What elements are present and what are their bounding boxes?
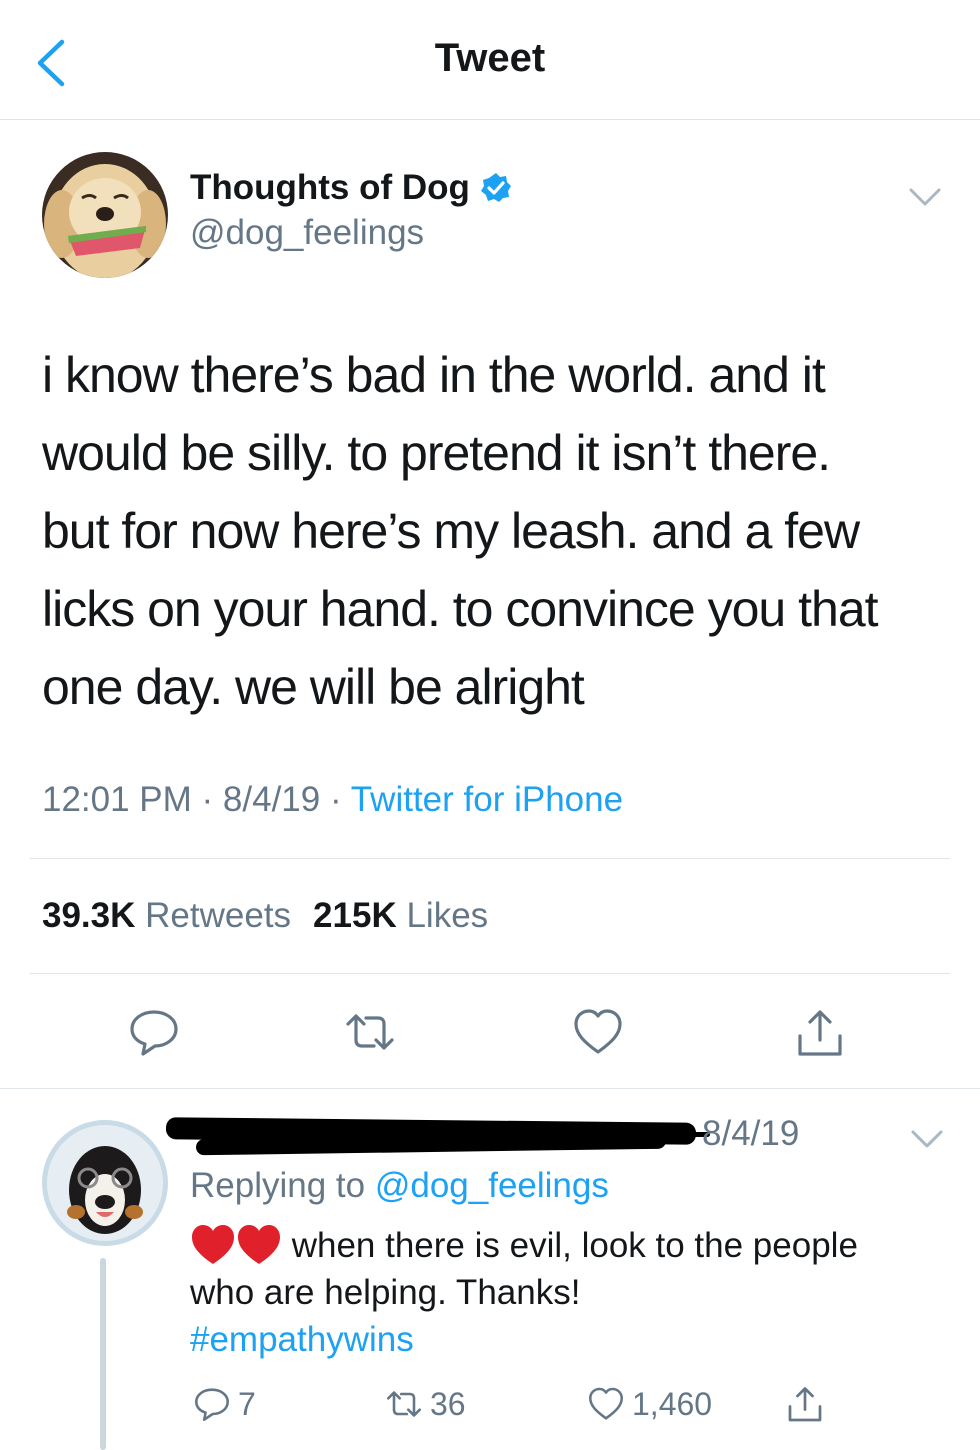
reply-text: when there is evil, look to the people w… bbox=[190, 1222, 950, 1363]
reply-retweet-button[interactable]: 36 bbox=[384, 1384, 466, 1424]
tweet-text-line: licks on your hand. to convince you that bbox=[42, 581, 879, 637]
like-count: 1,460 bbox=[632, 1385, 713, 1422]
retweets-stat[interactable]: 39.3K Retweets bbox=[42, 896, 291, 935]
author-avatar[interactable] bbox=[42, 152, 168, 278]
header-divider bbox=[0, 119, 980, 120]
tweet-text-line: would be silly. to pretend it isn’t ther… bbox=[42, 425, 831, 481]
reply-text-line: when there is evil, look to the people bbox=[190, 1222, 950, 1269]
hashtag-link[interactable]: #empathywins bbox=[190, 1316, 950, 1363]
meta-separator: · bbox=[191, 780, 223, 819]
caret-down-icon[interactable] bbox=[910, 1128, 944, 1150]
retweet-icon[interactable] bbox=[342, 1004, 398, 1060]
tweet-text: i know there’s bad in the world. and it … bbox=[42, 336, 942, 726]
caret-down-icon[interactable] bbox=[908, 186, 942, 208]
tweet-time: 12:01 PM bbox=[42, 780, 192, 819]
reply-icon bbox=[195, 1388, 229, 1421]
tweet-date: 8/4/19 bbox=[222, 780, 321, 819]
likes-label: Likes bbox=[406, 896, 489, 935]
reply-date: 8/4/19 bbox=[702, 1114, 800, 1153]
redaction-mark bbox=[640, 1132, 710, 1137]
share-icon[interactable] bbox=[792, 1006, 848, 1062]
reply-icon[interactable] bbox=[126, 1004, 182, 1060]
like-icon bbox=[589, 1387, 623, 1420]
tweet-source-link[interactable]: Twitter for iPhone bbox=[351, 780, 623, 819]
replying-to: Replying to @dog_feelings bbox=[190, 1166, 609, 1206]
replying-prefix: Replying to bbox=[190, 1166, 375, 1205]
likes-stat[interactable]: 215K Likes bbox=[313, 896, 488, 935]
heart-emoji-icon bbox=[192, 1225, 234, 1264]
tweet-text-line: i know there’s bad in the world. and it bbox=[42, 347, 826, 403]
reply-reply-button[interactable]: 7 bbox=[192, 1384, 256, 1424]
retweet-count: 36 bbox=[430, 1385, 466, 1422]
page-title: Tweet bbox=[434, 36, 546, 80]
reply-text-line: who are helping. Thanks! bbox=[190, 1273, 581, 1312]
reply-author-avatar[interactable] bbox=[42, 1120, 168, 1246]
reply-like-button[interactable]: 1,460 bbox=[586, 1384, 712, 1424]
reply-count: 7 bbox=[238, 1385, 256, 1422]
retweets-label: Retweets bbox=[145, 896, 292, 935]
divider bbox=[30, 973, 950, 974]
tweet-text-line: but for now here’s my leash. and a few bbox=[42, 503, 860, 559]
replying-handle-link[interactable]: @dog_feelings bbox=[375, 1166, 609, 1205]
divider bbox=[30, 858, 950, 859]
author-name[interactable]: Thoughts of Dog bbox=[190, 168, 470, 208]
likes-count: 215K bbox=[313, 896, 397, 935]
retweet-icon bbox=[387, 1391, 421, 1417]
author-name-row[interactable]: Thoughts of Dog bbox=[190, 168, 512, 208]
heart-emoji-icon bbox=[238, 1225, 280, 1264]
like-icon[interactable] bbox=[570, 1004, 626, 1060]
share-icon[interactable] bbox=[784, 1384, 826, 1426]
divider bbox=[0, 1088, 980, 1089]
author-handle[interactable]: @dog_feelings bbox=[190, 213, 424, 253]
thread-line bbox=[100, 1258, 106, 1450]
reply-text-part: when there is evil, look to the people bbox=[282, 1226, 858, 1265]
meta-separator: · bbox=[320, 780, 351, 819]
retweets-count: 39.3K bbox=[42, 896, 136, 935]
tweet-text-line: one day. we will be alright bbox=[42, 659, 585, 715]
tweet-stats: 39.3K Retweets 215K Likes bbox=[42, 896, 488, 936]
tweet-meta: 12:01 PM · 8/4/19 · Twitter for iPhone bbox=[42, 780, 623, 820]
verified-badge-icon bbox=[480, 173, 511, 202]
